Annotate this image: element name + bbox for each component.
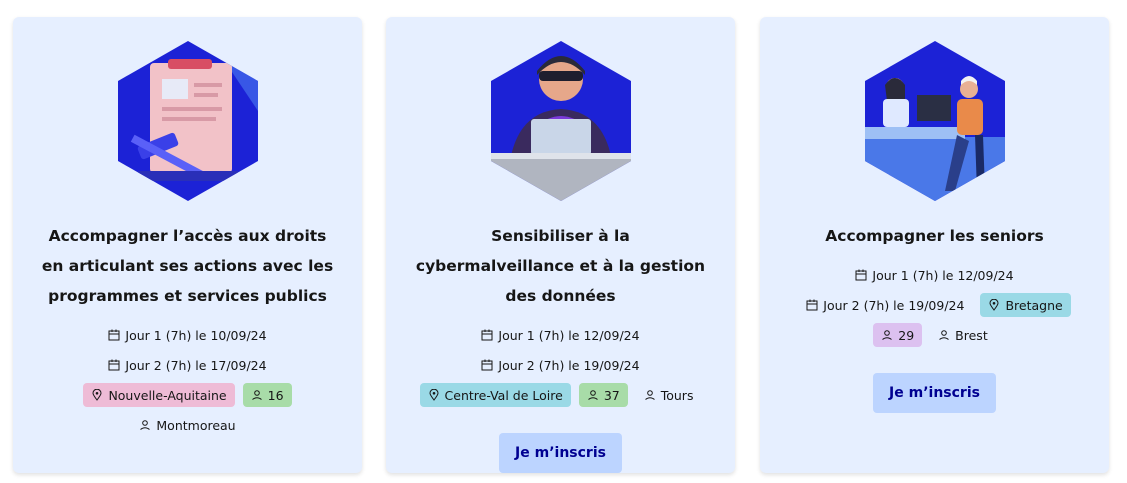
seats-label: 29 bbox=[898, 327, 915, 343]
region-badge: Bretagne bbox=[980, 293, 1071, 317]
day1-chip: Jour 1 (7h) le 12/09/24 bbox=[847, 263, 1021, 287]
day2-chip: Jour 2 (7h) le 17/09/24 bbox=[100, 353, 274, 377]
seats-label: 37 bbox=[603, 387, 620, 403]
day2-chip: Jour 2 (7h) le 19/09/24 bbox=[798, 293, 972, 317]
card-title: Accompagner l’accès aux droits en articu… bbox=[41, 227, 334, 305]
map-pin-icon bbox=[429, 389, 439, 401]
card-meta: Jour 1 (7h) le 10/09/24 Jour 2 (7h) le 1… bbox=[28, 323, 348, 443]
calendar-icon bbox=[855, 269, 867, 281]
location-user-icon bbox=[644, 390, 655, 400]
region-badge: Nouvelle-Aquitaine bbox=[83, 383, 235, 407]
location-user-icon bbox=[939, 330, 949, 340]
calendar-icon bbox=[108, 329, 120, 341]
city-label: Tours bbox=[660, 387, 694, 403]
day2-label: Jour 2 (7h) le 19/09/24 bbox=[823, 297, 965, 313]
seats-badge: 16 bbox=[242, 383, 292, 407]
city-label: Montmoreau bbox=[156, 417, 236, 433]
map-pin-icon bbox=[92, 389, 102, 401]
day2-label: Jour 2 (7h) le 17/09/24 bbox=[125, 357, 267, 373]
location-user-icon bbox=[882, 330, 893, 340]
day1-label: Jour 1 (7h) le 10/09/24 bbox=[125, 327, 267, 343]
day2-chip: Jour 2 (7h) le 19/09/24 bbox=[473, 353, 647, 377]
seats-badge: 29 bbox=[873, 323, 923, 347]
region-label: Bretagne bbox=[1005, 297, 1063, 313]
calendar-icon bbox=[481, 329, 493, 341]
map-pin-icon bbox=[989, 299, 999, 311]
region-label: Centre-Val de Loire bbox=[444, 387, 563, 403]
seats-badge: 37 bbox=[578, 383, 628, 407]
city-label: Brest bbox=[955, 327, 988, 343]
hacker-illustration bbox=[490, 41, 631, 201]
training-card-1[interactable]: Accompagner l’accès aux droits en articu… bbox=[13, 17, 362, 473]
calendar-icon bbox=[481, 359, 493, 371]
justice-illustration bbox=[117, 41, 258, 201]
day1-chip: Jour 1 (7h) le 10/09/24 bbox=[100, 323, 274, 347]
day1-label: Jour 1 (7h) le 12/09/24 bbox=[872, 267, 1014, 283]
training-card-2[interactable]: Sensibiliser à la cybermalveillance et à… bbox=[386, 17, 735, 473]
card-meta: Jour 1 (7h) le 12/09/24 Jour 2 (7h) le 1… bbox=[775, 263, 1095, 353]
location-user-icon bbox=[251, 390, 262, 400]
card-title: Accompagner les seniors bbox=[825, 227, 1044, 245]
city-chip: Tours bbox=[636, 383, 702, 407]
seats-label: 16 bbox=[267, 387, 284, 403]
calendar-icon bbox=[108, 359, 120, 371]
location-user-icon bbox=[140, 420, 151, 430]
calendar-icon bbox=[806, 299, 818, 311]
card-title: Sensibiliser à la cybermalveillance et à… bbox=[415, 227, 706, 305]
seniors-illustration bbox=[864, 41, 1005, 201]
training-cards: Accompagner l’accès aux droits en articu… bbox=[0, 0, 1127, 483]
register-button[interactable]: Je m’inscris bbox=[873, 373, 996, 413]
region-badge: Centre-Val de Loire bbox=[419, 383, 571, 407]
card-meta: Jour 1 (7h) le 12/09/24 Jour 2 (7h) le 1… bbox=[401, 323, 721, 413]
register-button[interactable]: Je m’inscris bbox=[499, 433, 622, 473]
training-card-3[interactable]: Accompagner les seniors Jour 1 (7h) le 1… bbox=[760, 17, 1109, 473]
location-user-icon bbox=[588, 390, 598, 400]
city-chip: Montmoreau bbox=[131, 413, 243, 437]
day2-label: Jour 2 (7h) le 19/09/24 bbox=[498, 357, 640, 373]
day1-label: Jour 1 (7h) le 12/09/24 bbox=[498, 327, 640, 343]
city-chip: Brest bbox=[930, 323, 996, 347]
day1-chip: Jour 1 (7h) le 12/09/24 bbox=[473, 323, 647, 347]
region-label: Nouvelle-Aquitaine bbox=[108, 387, 227, 403]
